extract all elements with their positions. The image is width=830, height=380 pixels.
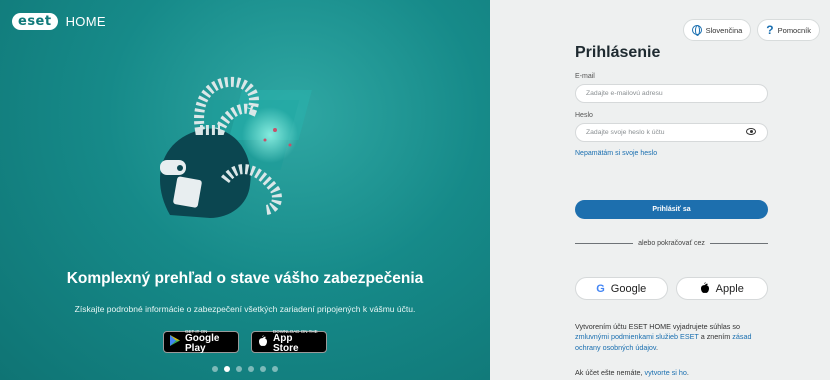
carousel-dot[interactable]: [260, 366, 266, 372]
apple-icon: [700, 281, 710, 296]
help-button[interactable]: ? Pomocník: [757, 19, 820, 41]
store-badges: GET IT ON Google Play Download on the Ap…: [0, 329, 490, 355]
eset-logo: eset: [12, 13, 58, 30]
legal-text-part: a znením: [698, 332, 733, 342]
email-label: E-mail: [575, 73, 595, 80]
google-login-button[interactable]: G Google: [575, 277, 668, 300]
password-field[interactable]: [575, 123, 768, 142]
create-account-text: Ak účet ešte nemáte, vytvorte si ho.: [575, 368, 689, 377]
hero-illustration: [160, 76, 312, 218]
hero-title: Komplexný prehľad o stave vášho zabezpeč…: [66, 270, 424, 287]
divider-label: alebo pokračovať cez: [638, 240, 705, 247]
terms-link[interactable]: zmluvnými podmienkami služieb ESET: [575, 332, 699, 341]
app-store-badge[interactable]: Download on the App Store: [251, 329, 327, 355]
login-button[interactable]: Prihlásiť sa: [575, 200, 768, 219]
legal-text: Vytvorením účtu ESET HOME vyjadrujete sú…: [575, 322, 775, 353]
apple-login-button[interactable]: Apple: [675, 277, 768, 300]
forgot-password-link[interactable]: Nepamätám si svoje heslo: [575, 150, 657, 157]
or-divider: alebo pokračovať cez: [575, 240, 768, 247]
language-button[interactable]: Slovenčina: [682, 19, 752, 41]
social-login: G Google Apple: [575, 277, 768, 300]
create-account-link[interactable]: vytvorte si ho: [645, 368, 687, 377]
google-play-icon: [170, 335, 180, 349]
carousel-dot[interactable]: [212, 366, 218, 372]
globe-icon: [691, 25, 702, 36]
eset-home-logo[interactable]: eset HOME: [12, 13, 106, 30]
login-panel: Slovenčina ? Pomocník Prihlásenie E-mail…: [490, 0, 830, 380]
app-store-label: App Store: [273, 333, 299, 355]
apple-icon: [258, 335, 268, 349]
carousel-dot[interactable]: [272, 366, 278, 372]
carousel-dot[interactable]: [248, 366, 254, 372]
password-wrapper: [575, 123, 768, 142]
apple-label: Apple: [715, 282, 744, 295]
hero-subtitle: Získajte podrobné informácie o zabezpeče…: [74, 304, 416, 314]
google-play-badge[interactable]: GET IT ON Google Play: [163, 329, 239, 355]
legal-text-part: Vytvorením účtu ESET HOME vyjadrujete sú…: [575, 322, 740, 331]
carousel-dots: [0, 366, 490, 372]
help-icon: ?: [766, 23, 774, 37]
legal-text-part: .: [655, 342, 658, 352]
carousel-dot[interactable]: [236, 366, 242, 372]
hero-panel: eset HOME Komplexný prehľad o stave vášh…: [0, 0, 490, 380]
top-actions: Slovenčina ? Pomocník: [682, 19, 820, 41]
email-field[interactable]: [575, 84, 768, 103]
page-title: Prihlásenie: [575, 44, 661, 61]
language-label: Slovenčina: [705, 25, 743, 35]
no-account-end: .: [686, 368, 689, 377]
no-account-text: Ak účet ešte nemáte,: [575, 368, 645, 377]
carousel-dot-active[interactable]: [224, 366, 230, 372]
help-label: Pomocník: [777, 25, 811, 35]
password-label: Heslo: [575, 112, 593, 119]
google-label: Google: [610, 282, 647, 295]
product-name: HOME: [65, 14, 106, 29]
login-form: Prihlásenie E-mail Heslo Nepamätám si sv…: [575, 44, 768, 160]
google-play-label: Google Play: [185, 333, 220, 355]
google-icon: G: [596, 282, 605, 295]
show-password-icon[interactable]: [746, 128, 756, 135]
